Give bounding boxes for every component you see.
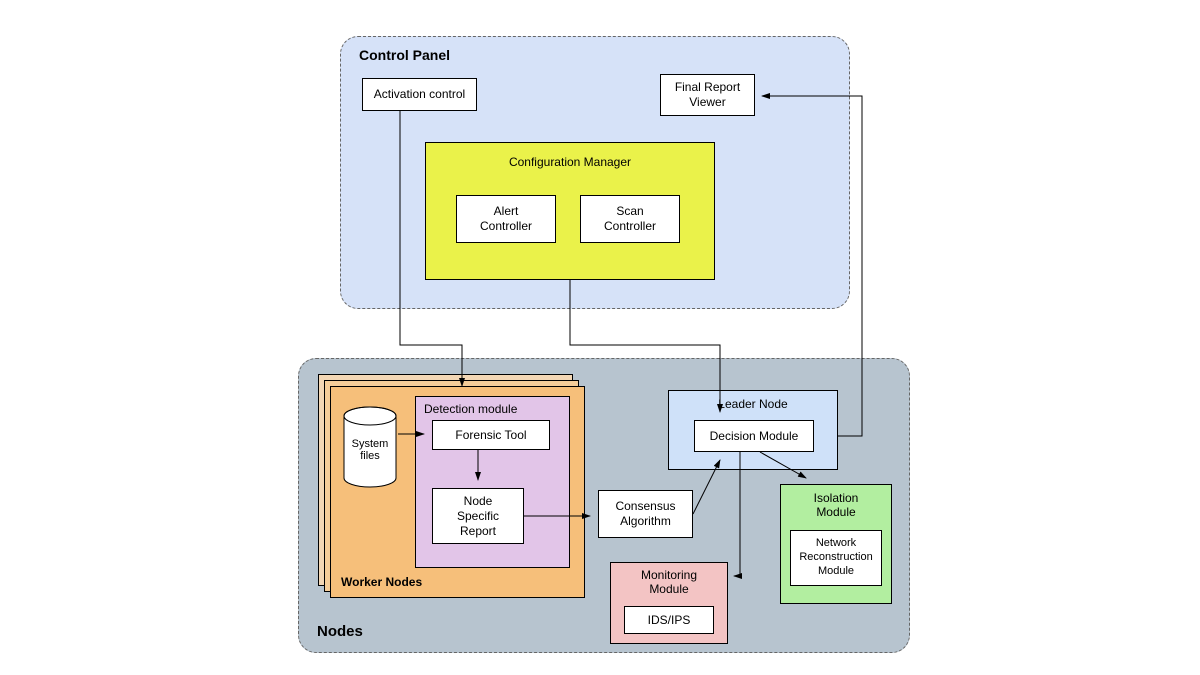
- diagram-stage: Control Panel Activation control Final R…: [0, 0, 1200, 675]
- decision-module-label: Decision Module: [710, 429, 799, 444]
- system-files-cylinder: System files: [342, 406, 398, 488]
- network-reconstruction-label: Network Reconstruction Module: [799, 537, 872, 578]
- network-reconstruction-box: Network Reconstruction Module: [790, 530, 882, 586]
- alert-controller-label: Alert Controller: [480, 204, 532, 234]
- node-specific-report-box: Node Specific Report: [432, 488, 524, 544]
- forensic-tool-box: Forensic Tool: [432, 420, 550, 450]
- control-panel-title: Control Panel: [359, 47, 450, 63]
- ids-ips-label: IDS/IPS: [648, 613, 691, 628]
- configuration-manager-title: Configuration Manager: [426, 155, 714, 169]
- final-report-viewer-box: Final Report Viewer: [660, 74, 755, 116]
- consensus-algorithm-box: Consensus Algorithm: [598, 490, 693, 538]
- scan-controller-label: Scan Controller: [604, 204, 656, 234]
- monitoring-module-title: Monitoring Module: [611, 568, 727, 596]
- worker-nodes-title: Worker Nodes: [341, 575, 422, 589]
- activation-control-label: Activation control: [374, 87, 465, 102]
- consensus-algorithm-label: Consensus Algorithm: [615, 499, 675, 529]
- detection-module-title: Detection module: [424, 402, 517, 416]
- forensic-tool-label: Forensic Tool: [455, 428, 526, 443]
- scan-controller-box: Scan Controller: [580, 195, 680, 243]
- activation-control-box: Activation control: [362, 78, 477, 111]
- node-specific-report-label: Node Specific Report: [457, 494, 499, 539]
- decision-module-box: Decision Module: [694, 420, 814, 452]
- nodes-panel-title: Nodes: [317, 623, 363, 640]
- ids-ips-box: IDS/IPS: [624, 606, 714, 634]
- final-report-viewer-label: Final Report Viewer: [675, 80, 740, 110]
- system-files-label: System files: [342, 438, 398, 462]
- alert-controller-box: Alert Controller: [456, 195, 556, 243]
- isolation-module-title: Isolation Module: [781, 491, 891, 519]
- leader-node-title: Leader Node: [669, 397, 837, 411]
